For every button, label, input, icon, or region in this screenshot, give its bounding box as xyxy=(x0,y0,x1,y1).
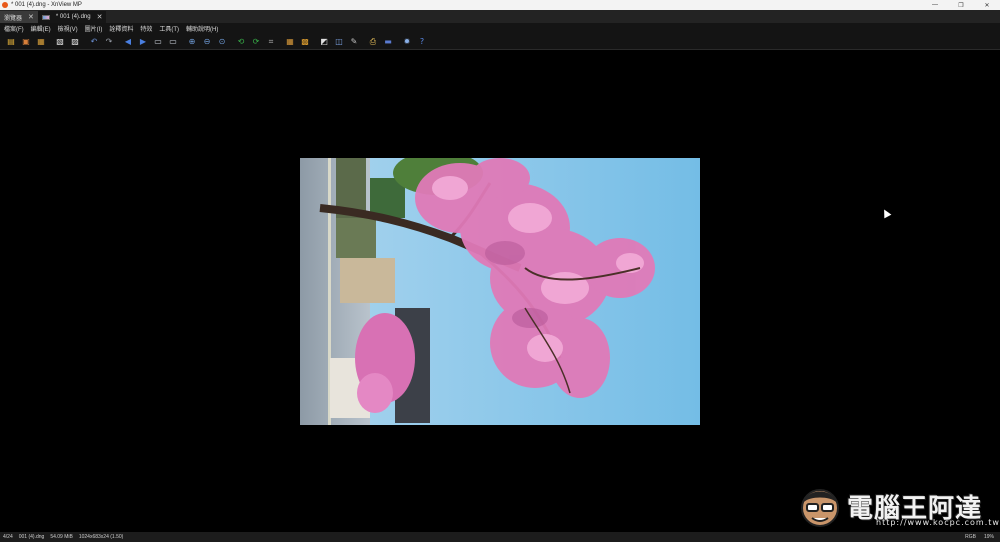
watermark: 電腦王阿達 http://www.kocpc.com.tw xyxy=(796,480,1000,532)
first-page-icon[interactable]: ▭ xyxy=(153,37,163,47)
window-title: * 001 (4).dng - XnView MP xyxy=(11,2,82,8)
redo-icon[interactable]: ↷ xyxy=(104,37,114,47)
blossom-photo xyxy=(300,158,700,425)
maximize-button[interactable]: ❐ xyxy=(948,0,974,10)
toolbar: ▤ ▣ ▦ ▧ ▨ ↶ ↷ ◀ ▶ ▭ ▭ ⊕ ⊖ ⊙ ⟲ ⟳ ⌗ ▦ ▩ ◩ ◫ ✎ ⎙ ▬ ✹? xyxy=(0,34,1000,50)
open-browser-icon[interactable]: ▤ xyxy=(6,37,16,47)
last-page-icon[interactable]: ▭ xyxy=(168,37,178,47)
mascot-face-icon xyxy=(801,489,839,527)
rotate-right-icon[interactable]: ⟳ xyxy=(251,37,261,47)
settings-icon[interactable]: ✹ xyxy=(402,37,412,47)
tab-browser[interactable]: 瀏覽器 ✕ xyxy=(0,11,38,23)
tab-browser-label: 瀏覽器 xyxy=(4,15,23,22)
menu-help[interactable]: 輔助說明(H) xyxy=(186,24,218,33)
previous-icon[interactable]: ◀ xyxy=(123,37,133,47)
menu-effects[interactable]: 特效 xyxy=(140,24,152,33)
menu-bar: 檔案(F) 編輯(E) 檢視(V) 圖片(I) 詮釋資料 特效 工具(T) 輔助… xyxy=(0,23,1000,34)
zoom-in-icon[interactable]: ⊕ xyxy=(187,37,197,47)
save-icon[interactable]: ▧ xyxy=(55,37,65,47)
close-window-button[interactable]: ✕ xyxy=(974,0,1000,10)
title-bar: * 001 (4).dng - XnView MP — ❐ ✕ xyxy=(0,0,1000,10)
zoom-fit-icon[interactable]: ⊙ xyxy=(217,37,227,47)
status-filesize: 54.09 MiB xyxy=(50,534,73,540)
tab-image[interactable]: * 001 (4).dng ✕ xyxy=(37,11,107,23)
tab-image-close-icon[interactable]: ✕ xyxy=(97,13,103,21)
batch-icon[interactable]: ◫ xyxy=(334,37,344,47)
paint-icon[interactable]: ✎ xyxy=(349,37,359,47)
print-icon[interactable]: ⎙ xyxy=(368,37,378,47)
menu-image[interactable]: 圖片(I) xyxy=(85,24,103,33)
status-color-mode: RGB xyxy=(965,534,976,540)
undo-icon[interactable]: ↶ xyxy=(89,37,99,47)
fullscreen-icon[interactable]: ▦ xyxy=(36,37,46,47)
status-dimensions: 1024x683x24 (1.50) xyxy=(78,534,124,540)
tab-bar: 瀏覽器 ✕ * 001 (4).dng ✕ xyxy=(0,10,1000,23)
tab-browser-close-icon[interactable]: ✕ xyxy=(28,13,34,21)
rotate-left-icon[interactable]: ⟲ xyxy=(236,37,246,47)
photo-canvas[interactable] xyxy=(300,158,700,425)
effects-icon[interactable]: ◩ xyxy=(319,37,329,47)
open-file-icon[interactable]: ▣ xyxy=(21,37,31,47)
menu-metadata[interactable]: 詮釋資料 xyxy=(109,24,133,33)
menu-file[interactable]: 檔案(F) xyxy=(4,24,24,33)
slideshow-icon[interactable]: ▩ xyxy=(300,37,310,47)
scan-icon[interactable]: ▬ xyxy=(383,37,393,47)
image-viewer[interactable] xyxy=(0,51,1000,532)
watermark-url: http://www.kocpc.com.tw xyxy=(876,518,1000,527)
status-index: 4/24 xyxy=(3,534,13,540)
save-as-icon[interactable]: ▨ xyxy=(70,37,80,47)
status-zoom[interactable]: 19% xyxy=(984,534,994,540)
crop-icon[interactable]: ⌗ xyxy=(266,37,276,47)
minimize-button[interactable]: — xyxy=(922,0,948,10)
image-thumbnail-icon xyxy=(41,14,50,20)
status-bar: 4/24 001 (4).dng 54.09 MiB 1024x683x24 (… xyxy=(0,532,1000,542)
next-icon[interactable]: ▶ xyxy=(138,37,148,47)
status-right: RGB 19% xyxy=(965,532,994,542)
tab-image-label: * 001 (4).dng xyxy=(55,14,91,20)
adjust-icon[interactable]: ▦ xyxy=(285,37,295,47)
help-icon[interactable]: ? xyxy=(417,37,427,47)
menu-edit[interactable]: 編輯(E) xyxy=(31,24,51,33)
status-filename: 001 (4).dng xyxy=(18,534,45,540)
menu-tools[interactable]: 工具(T) xyxy=(159,24,179,33)
mouse-cursor-icon xyxy=(880,207,892,219)
menu-view[interactable]: 檢視(V) xyxy=(58,24,78,33)
zoom-out-icon[interactable]: ⊖ xyxy=(202,37,212,47)
xnview-logo-icon xyxy=(2,2,8,8)
